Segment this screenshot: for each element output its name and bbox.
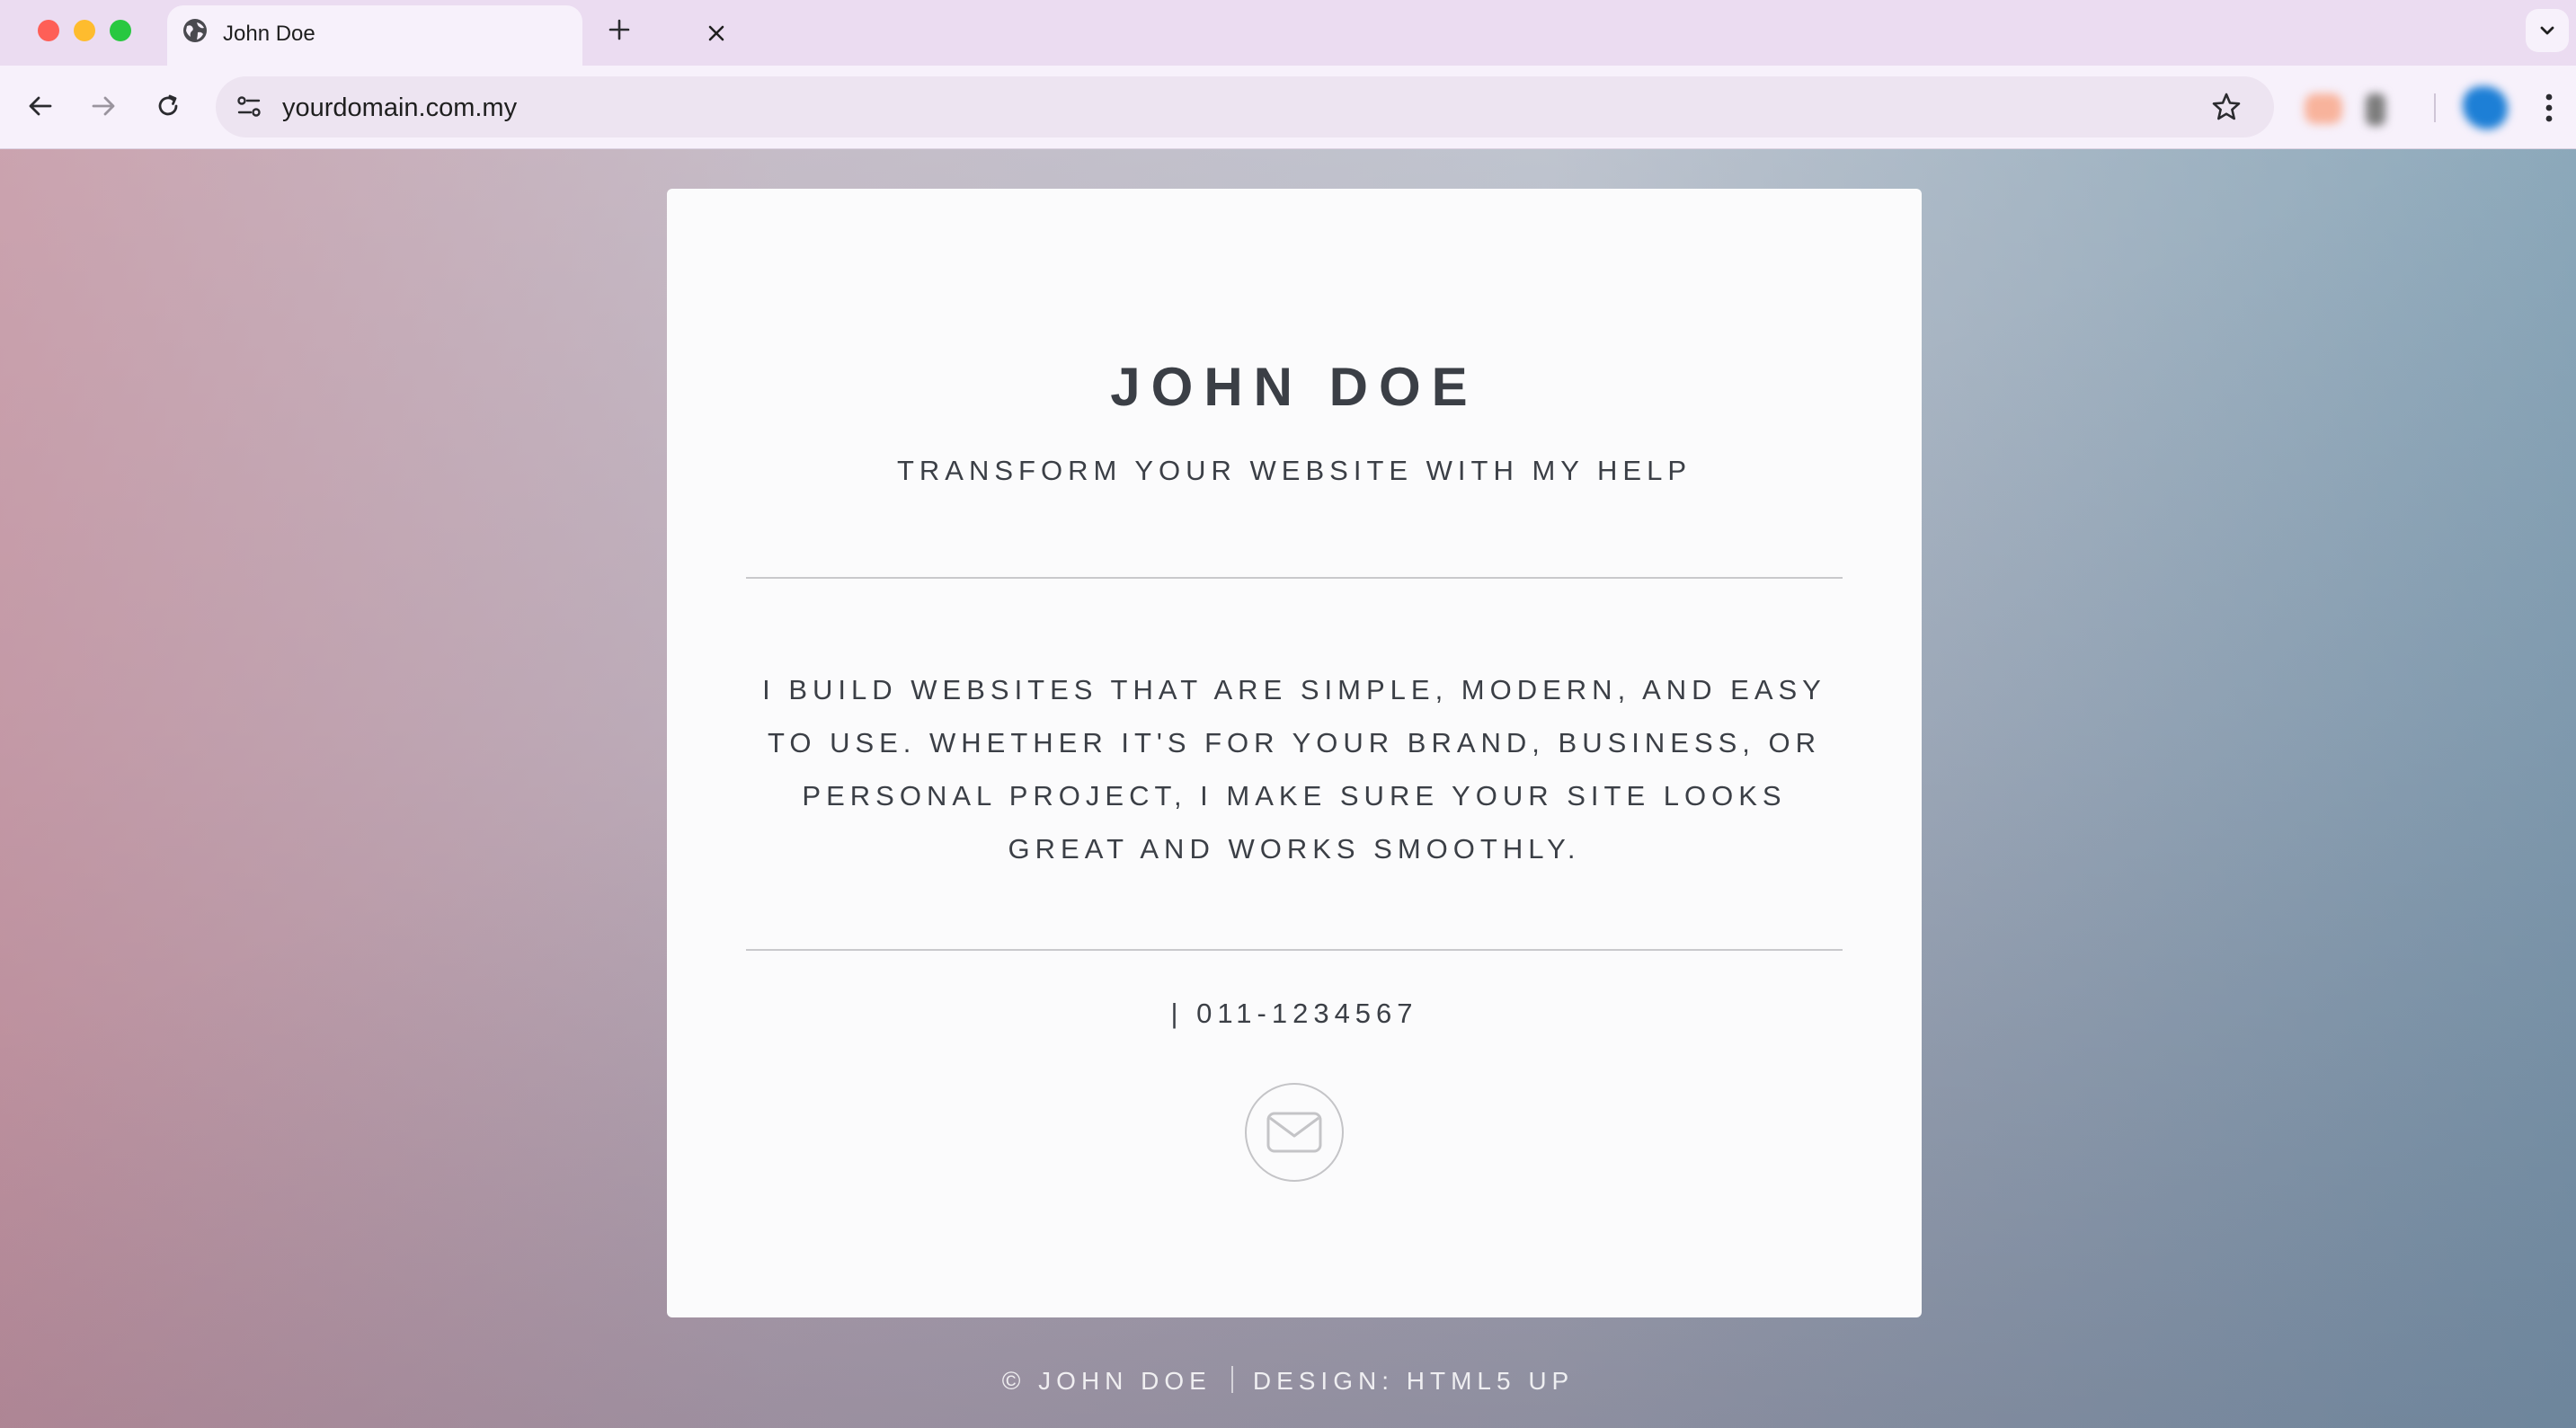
divider — [746, 949, 1843, 951]
close-window-button[interactable] — [38, 20, 59, 41]
close-icon[interactable] — [703, 20, 730, 47]
tab-strip: John Doe — [0, 0, 2576, 66]
divider — [746, 577, 1843, 579]
footer-copyright: © JOHN DOE — [1001, 1367, 1212, 1395]
address-bar[interactable]: yourdomain.com.my — [216, 76, 2274, 137]
footer-design-credit[interactable]: DESIGN: HTML5 UP — [1253, 1367, 1574, 1395]
email-button[interactable] — [1245, 1083, 1344, 1182]
phone-number: | 011-1234567 — [1170, 998, 1418, 1029]
kebab-menu-icon[interactable] — [2531, 86, 2567, 129]
page-title: JOHN DOE — [1110, 357, 1479, 417]
minimize-window-button[interactable] — [74, 20, 95, 41]
arrow-right-icon[interactable] — [81, 84, 126, 129]
profile-card: JOHN DOE TRANSFORM YOUR WEBSITE WITH MY … — [667, 189, 1922, 1317]
plus-icon[interactable] — [604, 14, 635, 45]
browser-toolbar: yourdomain.com.my — [0, 66, 2576, 149]
star-icon[interactable] — [2209, 90, 2243, 124]
site-settings-icon[interactable] — [234, 92, 264, 122]
tab-title: John Doe — [223, 22, 315, 46]
page-viewport: JOHN DOE TRANSFORM YOUR WEBSITE WITH MY … — [0, 149, 2576, 1428]
tagline: TRANSFORM YOUR WEBSITE WITH MY HELP — [896, 455, 1692, 486]
arrow-left-icon[interactable] — [18, 84, 63, 129]
globe-icon — [182, 17, 209, 44]
extension-icon[interactable] — [2366, 93, 2385, 126]
footer-separator — [1230, 1366, 1233, 1393]
toolbar-divider — [2434, 93, 2436, 122]
reload-icon[interactable] — [146, 84, 191, 129]
url-text: yourdomain.com.my — [282, 93, 518, 122]
extension-icon[interactable] — [2305, 93, 2342, 124]
browser-window: John Doe yourdomain.com.my JOHN DOE TRAN… — [0, 0, 2576, 1428]
footer: © JOHN DOE DESIGN: HTML5 UP — [0, 1366, 2576, 1396]
zoom-window-button[interactable] — [110, 20, 131, 41]
chevron-down-icon[interactable] — [2526, 9, 2569, 52]
bio-text: I BUILD WEBSITES THAT ARE SIMPLE, MODERN… — [762, 674, 1826, 865]
tab-john-doe[interactable]: John Doe — [167, 5, 724, 66]
envelope-icon — [1266, 1112, 1322, 1153]
